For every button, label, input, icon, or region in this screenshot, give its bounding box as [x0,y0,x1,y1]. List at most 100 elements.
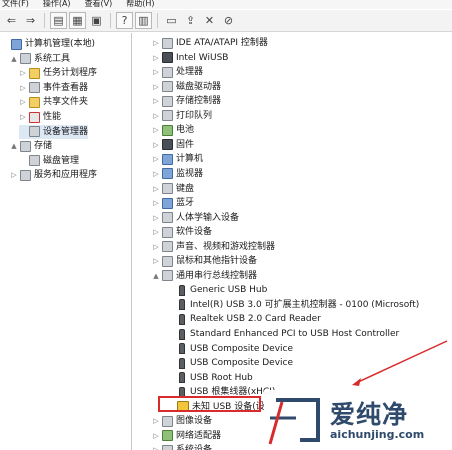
show-hide-tree-icon[interactable]: ▦ [69,12,86,29]
nav-tree-item[interactable]: ▷ 共享文件夹 [19,95,88,109]
expand-arrow-icon[interactable]: ▷ [152,443,160,450]
menu-file[interactable]: 文件(F) [2,0,29,9]
disk-drive-icon [162,81,173,93]
menu-help[interactable]: 帮助(H) [126,0,154,9]
device-tree-item[interactable]: ▷ IDE ATA/ATAPI 控制器 [152,36,268,50]
tree-item-label: 计算机管理(本地) [25,39,96,49]
device-tree-item[interactable]: ▷ 电池 [152,123,194,137]
device-tree-item[interactable]: ▷ 图像设备 [152,414,212,428]
expand-arrow-icon[interactable]: ▷ [152,109,160,123]
usb-controller-icon [162,270,173,282]
properties-icon[interactable]: ▣ [88,12,105,29]
nav-tree-item[interactable]: 磁盘管理 [19,154,79,168]
device-tree-item[interactable]: ▷ 系统设备 [152,443,212,450]
monitor-icon [162,168,173,180]
shared-folder-icon [29,96,40,108]
expand-arrow-icon[interactable]: ▷ [152,414,160,428]
expand-arrow-icon[interactable]: ▷ [152,80,160,94]
tree-item-label: 设备管理器 [43,126,89,137]
tree-item-label: USB Composite Device [190,343,294,354]
expand-arrow-icon[interactable]: ▷ [152,167,160,181]
navigation-tree: 计算机管理(本地) ▲ 系统工具 ▷ 任务计划程序 ▷ 事件查看器 ▷ 共享文件夹 ▷ 性能 设备管理… [0,33,132,450]
device-tree-item[interactable]: ▷ 人体学输入设备 [152,211,239,225]
expand-arrow-icon[interactable]: ▷ [152,211,160,225]
device-tree-item[interactable]: USB Composite Device [167,342,293,356]
device-tree-item[interactable]: ▷ 监视器 [152,167,203,181]
printer-icon [162,110,173,122]
device-tree-item[interactable]: Realtek USB 2.0 Card Reader [167,312,321,326]
bluetooth-icon [162,197,173,209]
expand-arrow-icon[interactable]: ▷ [152,225,160,239]
watermark-url: aichunjing.com [330,428,425,441]
nav-tree-item[interactable]: ▷ 性能 [19,110,61,124]
expand-arrow-icon[interactable]: ▷ [152,254,160,268]
tree-item-label: Intel WiUSB [176,52,229,63]
expand-arrow-icon[interactable]: ▷ [10,168,18,182]
device-tree-item[interactable]: USB Composite Device [167,356,293,370]
device-tree-item[interactable]: ▲ 通用串行总线控制器 [152,269,257,283]
collapse-arrow-icon[interactable]: ▲ [10,52,18,66]
nav-tree-item[interactable]: ▲ 系统工具 [10,52,70,66]
back-icon[interactable]: ⇐ [3,12,20,29]
device-tree-item[interactable]: ▷ 固件 [152,138,194,152]
menu-view[interactable]: 查看(V) [85,0,113,9]
usb-icon [179,372,185,384]
collapse-arrow-icon[interactable]: ▲ [152,269,160,283]
expand-arrow-icon[interactable]: ▷ [152,123,160,137]
device-tree-item[interactable]: Intel(R) USB 3.0 可扩展主机控制器 - 0100 (Micros… [167,298,419,312]
expand-arrow-icon[interactable]: ▷ [19,81,27,95]
expand-arrow-icon[interactable]: ▷ [152,182,160,196]
help-icon[interactable]: ? [116,12,133,29]
usb-icon [179,313,185,325]
disable-device-icon[interactable]: ✕ [201,12,218,29]
tree-item-label: 共享文件夹 [43,97,89,108]
device-tree-item[interactable]: ▷ 网络适配器 [152,429,221,443]
device-tree-item[interactable]: ▷ Intel WiUSB [152,51,228,65]
toolbar-divider [44,13,45,28]
nav-tree-item[interactable]: 计算机管理(本地) [1,37,95,51]
device-tree-item[interactable]: ▷ 磁盘驱动器 [152,80,221,94]
expand-arrow-icon[interactable]: ▷ [152,51,160,65]
expand-arrow-icon[interactable]: ▷ [152,138,160,152]
up-folder-icon[interactable]: ▤ [50,12,67,29]
nav-tree-item[interactable]: 设备管理器 [19,124,89,139]
device-tree-item[interactable]: ▷ 软件设备 [152,225,212,239]
expand-arrow-icon[interactable]: ▷ [152,152,160,166]
nav-tree-item[interactable]: ▲ 存储 [10,139,52,153]
clock-icon [29,67,40,79]
update-driver-icon[interactable]: ⇪ [182,12,199,29]
action-pane-icon[interactable]: ▥ [135,12,152,29]
nav-tree-item[interactable]: ▷ 任务计划程序 [19,66,97,80]
device-tree-item[interactable]: ▷ 声音、视频和游戏控制器 [152,240,275,254]
nav-tree-item[interactable]: ▷ 事件查看器 [19,81,88,95]
device-tree-item[interactable]: ▷ 鼠标和其他指针设备 [152,254,257,268]
forward-icon[interactable]: ⇒ [22,12,39,29]
device-tree-item[interactable]: ▷ 计算机 [152,152,203,166]
expand-arrow-icon[interactable]: ▷ [19,95,27,109]
expand-arrow-icon[interactable]: ▷ [19,110,27,124]
nav-tree-item[interactable]: ▷ 服务和应用程序 [10,168,97,182]
tree-item-label: 固件 [176,139,195,150]
expand-arrow-icon[interactable]: ▷ [19,66,27,80]
device-tree-item[interactable]: Standard Enhanced PCI to USB Host Contro… [167,327,399,341]
monitor-icon[interactable]: ▭ [163,12,180,29]
uninstall-icon[interactable]: ⊘ [220,12,237,29]
device-tree-item[interactable]: ▷ 打印队列 [152,109,212,123]
device-tree-item[interactable]: ▷ 存储控制器 [152,94,221,108]
device-tree-item[interactable]: ▷ 键盘 [152,182,194,196]
device-tree-item[interactable]: USB Root Hub [167,371,253,385]
device-tree-item[interactable]: Generic USB Hub [167,283,267,297]
expand-arrow-icon[interactable]: ▷ [152,196,160,210]
expand-arrow-icon[interactable]: ▷ [152,36,160,50]
device-tree-item[interactable]: ▷ 蓝牙 [152,196,194,210]
device-tree-item[interactable]: ▷ 处理器 [152,65,203,79]
expand-arrow-icon[interactable]: ▷ [152,94,160,108]
event-viewer-icon [29,82,40,94]
tree-item-label: Realtek USB 2.0 Card Reader [190,314,321,325]
menu-action[interactable]: 操作(A) [43,0,71,9]
expand-arrow-icon[interactable]: ▷ [152,429,160,443]
collapse-arrow-icon[interactable]: ▲ [10,139,18,153]
sound-icon [162,241,173,253]
expand-arrow-icon[interactable]: ▷ [152,65,160,79]
expand-arrow-icon[interactable]: ▷ [152,240,160,254]
